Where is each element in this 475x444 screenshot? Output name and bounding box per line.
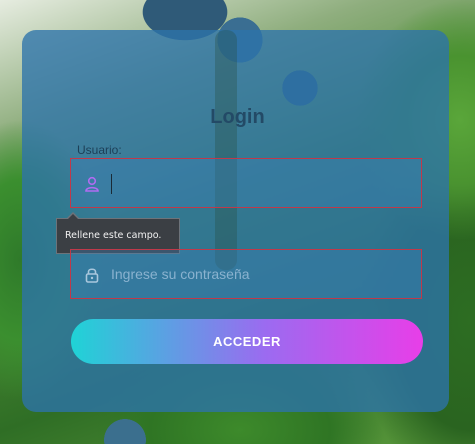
username-input[interactable] (111, 159, 411, 207)
login-button[interactable]: ACCEDER (71, 319, 423, 364)
page-title: Login (210, 106, 265, 128)
username-field[interactable] (70, 158, 422, 208)
password-input[interactable] (111, 250, 411, 298)
user-icon (83, 175, 101, 193)
plant-stem-decoration (215, 30, 237, 270)
username-label: Usuario: (77, 143, 122, 157)
password-field[interactable] (70, 249, 422, 299)
lock-icon (83, 266, 101, 284)
